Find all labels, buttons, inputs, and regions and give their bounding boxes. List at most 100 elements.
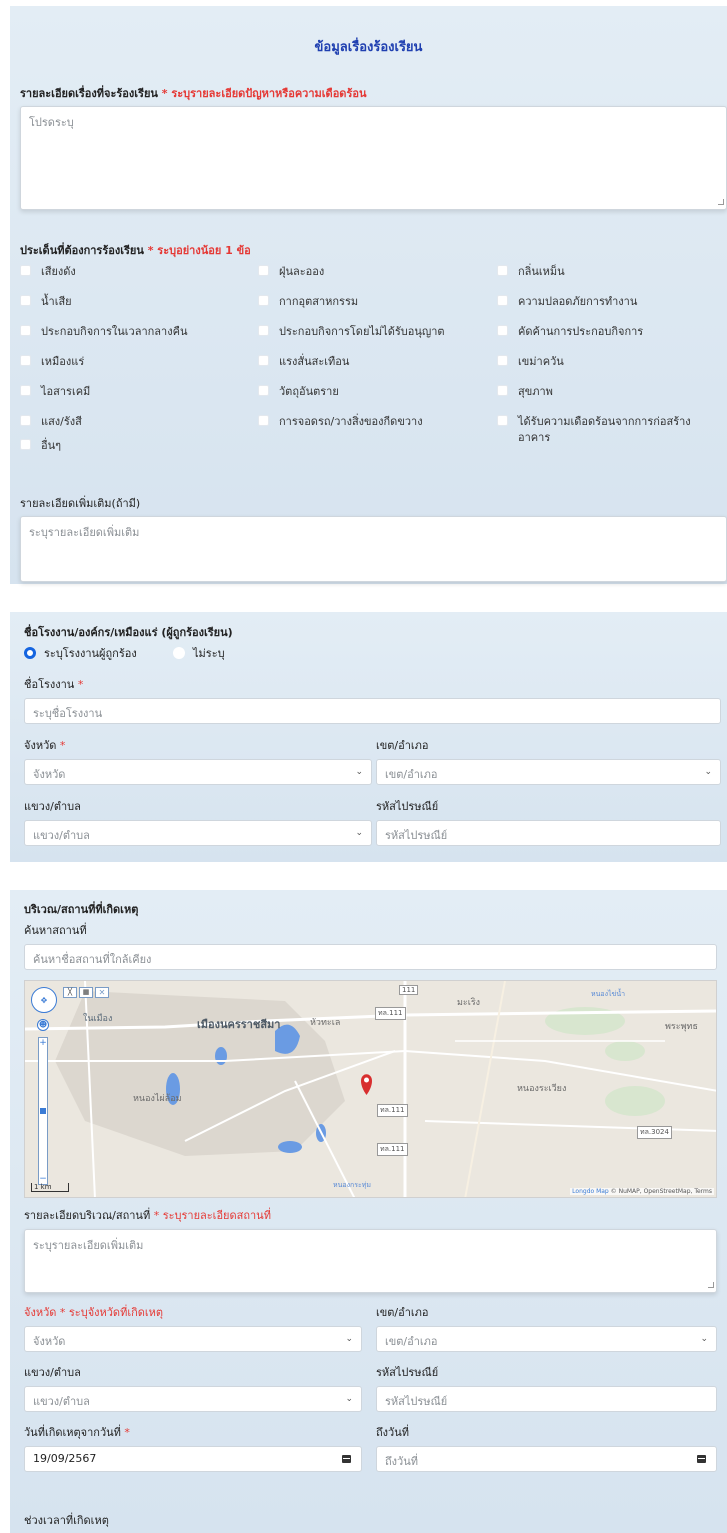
location-postal-input[interactable]: รหัสไปรษณีย์ [376,1386,717,1412]
complaint-detail-textarea[interactable]: โปรดระบุ [20,106,727,210]
radio-checked-icon [24,647,36,659]
checkbox-icon[interactable] [20,265,31,276]
location-search-input[interactable]: ค้นหาชื่อสถานที่ใกล้เคียง [24,944,717,970]
chevron-down-icon: ⌄ [345,1334,353,1344]
map-label: หนองระเวียง [517,1084,567,1094]
issue-checkbox[interactable]: เสียงดัง [20,264,76,280]
map-tool-layers-icon[interactable]: ▦ [79,987,93,998]
resize-handle[interactable] [718,199,724,205]
map-label: หนองไข่น้ำ [591,990,626,998]
factory-section-title: ชื่อโรงงาน/องค์กร/เหมืองแร่ (ผู้ถูกร้องเ… [24,626,233,639]
issue-checkbox[interactable]: ฝุ่นละออง [258,264,324,280]
map-canvas[interactable] [25,981,717,1198]
checkbox-icon[interactable] [258,415,269,426]
checkbox-icon[interactable] [258,325,269,336]
issue-checkbox[interactable]: ไอสารเคมี [20,384,90,400]
checkbox-icon[interactable] [497,325,508,336]
issue-checkbox-label: การจอดรถ/วางสิ่งของกีดขวาง [279,415,423,428]
issue-checkbox[interactable]: น้ำเสีย [20,294,72,310]
issue-checkbox[interactable]: สุขภาพ [497,384,717,400]
issue-checkbox[interactable]: กากอุตสาหกรรม [258,294,358,310]
location-detail-textarea[interactable]: ระบุรายละเอียดเพิ่มเติม [24,1229,717,1293]
map-pan-control[interactable]: ✥ [31,987,57,1013]
issue-checkbox[interactable]: การจอดรถ/วางสิ่งของกีดขวาง [258,414,423,430]
checkbox-icon[interactable] [497,265,508,276]
checkbox-icon[interactable] [497,295,508,306]
location-district-select[interactable]: เขต/อำเภอ ⌄ [376,1326,717,1352]
factory-province-label: จังหวัด * [24,739,66,752]
location-district-label: เขต/อำเภอ [376,1306,429,1319]
resize-handle[interactable] [708,1282,714,1288]
checkbox-icon[interactable] [258,295,269,306]
factory-subdistrict-select[interactable]: แขวง/ตำบล ⌄ [24,820,372,846]
factory-district-label: เขต/อำเภอ [376,739,429,752]
location-province-select[interactable]: จังหวัด ⌄ [24,1326,362,1352]
date-from-input[interactable]: 19/09/2567 [24,1446,362,1472]
checkbox-icon[interactable] [20,295,31,306]
pan-arrows-icon: ✥ [40,996,48,1005]
date-from-label: วันที่เกิดเหตุจากวันที่ * [24,1426,130,1439]
extra-detail-textarea[interactable]: ระบุรายละเอียดเพิ่มเติม [20,516,727,582]
map-label: หนองกระทุ่ม [333,1181,372,1189]
issue-checkbox-label: ฝุ่นละออง [279,265,325,278]
location-subdistrict-select[interactable]: แขวง/ตำบล ⌄ [24,1386,362,1412]
issue-checkbox[interactable]: ได้รับความเดือดร้อนจากการก่อสร้างอาคาร [497,414,717,446]
checkbox-icon[interactable] [20,439,31,450]
checkbox-icon[interactable] [20,325,31,336]
issue-checkbox-label: วัตถุอันตราย [279,385,339,398]
date-to-label: ถึงวันที่ [376,1426,409,1439]
issue-checkbox[interactable]: เหมืองแร่ [20,354,84,370]
issue-checkbox[interactable]: แสง/รังสี [20,414,82,430]
issue-checkbox-label: แรงสั่นสะเทือน [279,355,350,368]
issue-checkbox[interactable]: เขม่าควัน [497,354,717,370]
checkbox-icon[interactable] [20,355,31,366]
map-tool-close-icon[interactable]: ✕ [95,987,109,998]
road-shield: ทล.3024 [637,1126,672,1139]
factory-name-input[interactable]: ระบุชื่อโรงงาน [24,698,721,724]
checkbox-icon[interactable] [497,415,508,426]
factory-postal-input[interactable]: รหัสไปรษณีย์ [376,820,721,846]
issue-checkbox-label: คัดค้านการประกอบกิจการ [518,325,644,338]
road-shield: ทล.111 [375,1007,406,1020]
location-postal-label: รหัสไปรษณีย์ [376,1366,439,1379]
issues-label: ประเด็นที่ต้องการร้องเรียน * ระบุอย่างน้… [20,244,251,257]
issue-checkbox[interactable]: ประกอบกิจการโดยไม่ได้รับอนุญาต [258,324,445,340]
checkbox-icon[interactable] [258,355,269,366]
map-attribution: Longdo Map © NuMAP, OpenStreetMap, Terms [570,1188,714,1195]
radio-unspecified[interactable]: ไม่ระบุ [173,644,225,662]
calendar-icon[interactable] [342,1455,351,1463]
checkbox-icon[interactable] [258,385,269,396]
factory-province-select[interactable]: จังหวัด ⌄ [24,759,372,785]
checkbox-icon[interactable] [258,265,269,276]
zoom-slider[interactable]: + − [38,1037,48,1185]
checkbox-icon[interactable] [20,385,31,396]
location-province-label: จังหวัด * ระบุจังหวัดที่เกิดเหตุ [24,1306,164,1319]
map-scale: 1 km [31,1183,69,1192]
issue-checkbox[interactable]: ประกอบกิจการในเวลากลางคืน [20,324,187,340]
zoom-in-icon[interactable]: + [39,1038,47,1048]
map-label: หนองไผ่ล้อม [133,1094,182,1104]
radio-specify-factory[interactable]: ระบุโรงงานผู้ถูกร้อง [24,644,137,662]
map-tool-ruler-icon[interactable]: ╳ [63,987,77,998]
issue-checkbox-label: น้ำเสีย [41,295,72,308]
date-to-input[interactable]: ถึงวันที่ [376,1446,717,1472]
issue-checkbox-label: เขม่าควัน [518,355,564,368]
map-brand: Longdo Map [572,1188,609,1195]
issue-checkbox[interactable]: ความปลอดภัยการทำงาน [497,294,717,310]
issue-checkbox[interactable]: แรงสั่นสะเทือน [258,354,349,370]
checkbox-icon[interactable] [497,385,508,396]
issue-checkbox-label: ประกอบกิจการโดยไม่ได้รับอนุญาต [279,325,445,338]
location-map[interactable]: ในเมือง เมืองนครราชสีมา หัวทะเล หนองไผ่ล… [24,980,717,1198]
chevron-down-icon: ⌄ [345,1394,353,1404]
issue-checkbox[interactable]: กลิ่นเหม็น [497,264,717,280]
issue-checkbox[interactable]: วัตถุอันตราย [258,384,339,400]
checkbox-icon[interactable] [20,415,31,426]
checkbox-icon[interactable] [497,355,508,366]
issue-checkbox[interactable]: คัดค้านการประกอบกิจการ [497,324,717,340]
calendar-icon[interactable] [697,1455,706,1463]
issue-checkbox-label: กลิ่นเหม็น [518,265,565,278]
factory-district-select[interactable]: เขต/อำเภอ ⌄ [376,759,721,785]
zoom-handle[interactable] [40,1108,46,1114]
issue-checkbox[interactable]: อื่นๆ [20,438,61,454]
map-person-icon[interactable]: ☻ [37,1019,49,1031]
